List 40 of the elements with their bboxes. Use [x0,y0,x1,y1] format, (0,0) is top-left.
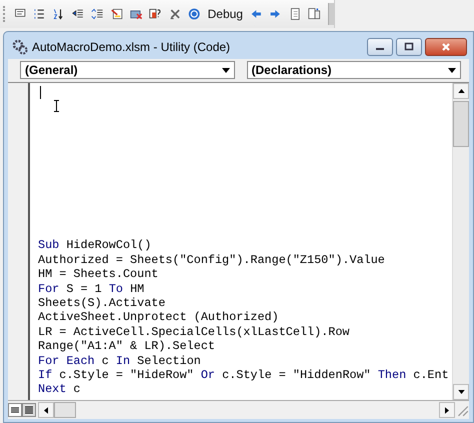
horizontal-scrollbar[interactable] [38,402,455,418]
code-line: LR = ActiveCell.SpecialCells(xlLastCell).Row [38,324,350,340]
full-module-view-icon[interactable] [22,403,36,417]
code-line: Authorized = Sheets("Config").Range("Z150").Value [38,252,385,268]
close-button[interactable] [425,38,467,56]
document-icon[interactable] [288,6,302,22]
gears-icon [12,39,28,55]
maximize-button[interactable] [396,38,422,56]
ibeam-cursor-icon [53,100,60,112]
indent-icon[interactable] [91,6,104,22]
maximize-icon [404,42,414,52]
caret-icon [448,68,456,72]
code-line: Range("A1:A" & LR).Select [38,339,215,354]
code-line: If c.Style = "HideRow" Or c.Style = "HiddenRow" Then c.Ent [38,368,449,382]
minimize-button[interactable] [367,38,393,56]
code-line: HM = Sheets.Count [38,267,158,282]
code-line: For Each c In Selection [38,354,201,368]
down-arrow-icon[interactable] [458,390,464,394]
procedure-dropdown[interactable]: (Declarations) [246,61,461,79]
close-icon [441,42,451,52]
code-line: For S = 1 To HM [38,282,144,296]
code-line: Sheets(S).Activate [38,296,166,310]
left-arrow-icon[interactable] [44,406,48,414]
form-icon[interactable] [110,6,123,22]
code-line: ActiveSheet.Unprotect (Authorized) [38,310,279,325]
text-cursor [40,86,41,99]
window-title: AutoMacroDemo.xlsm - Utility (Code) [32,40,230,54]
code-line: Next c [38,382,80,397]
debug-button[interactable]: Debug [208,7,243,21]
scroll-thumb[interactable] [54,402,76,418]
question-icon[interactable] [188,6,201,22]
right-arrow-icon[interactable] [445,406,449,414]
documents-icon[interactable] [308,6,321,22]
up-arrow-icon[interactable] [458,89,464,93]
object-dropdown[interactable]: (General) [20,61,234,79]
vertical-scrollbar[interactable] [452,83,469,400]
scroll-thumb[interactable] [453,101,469,147]
procedure-view-icon[interactable] [8,403,22,417]
code-line: Sub HideRowCol() [38,238,152,253]
caret-icon [222,68,230,72]
